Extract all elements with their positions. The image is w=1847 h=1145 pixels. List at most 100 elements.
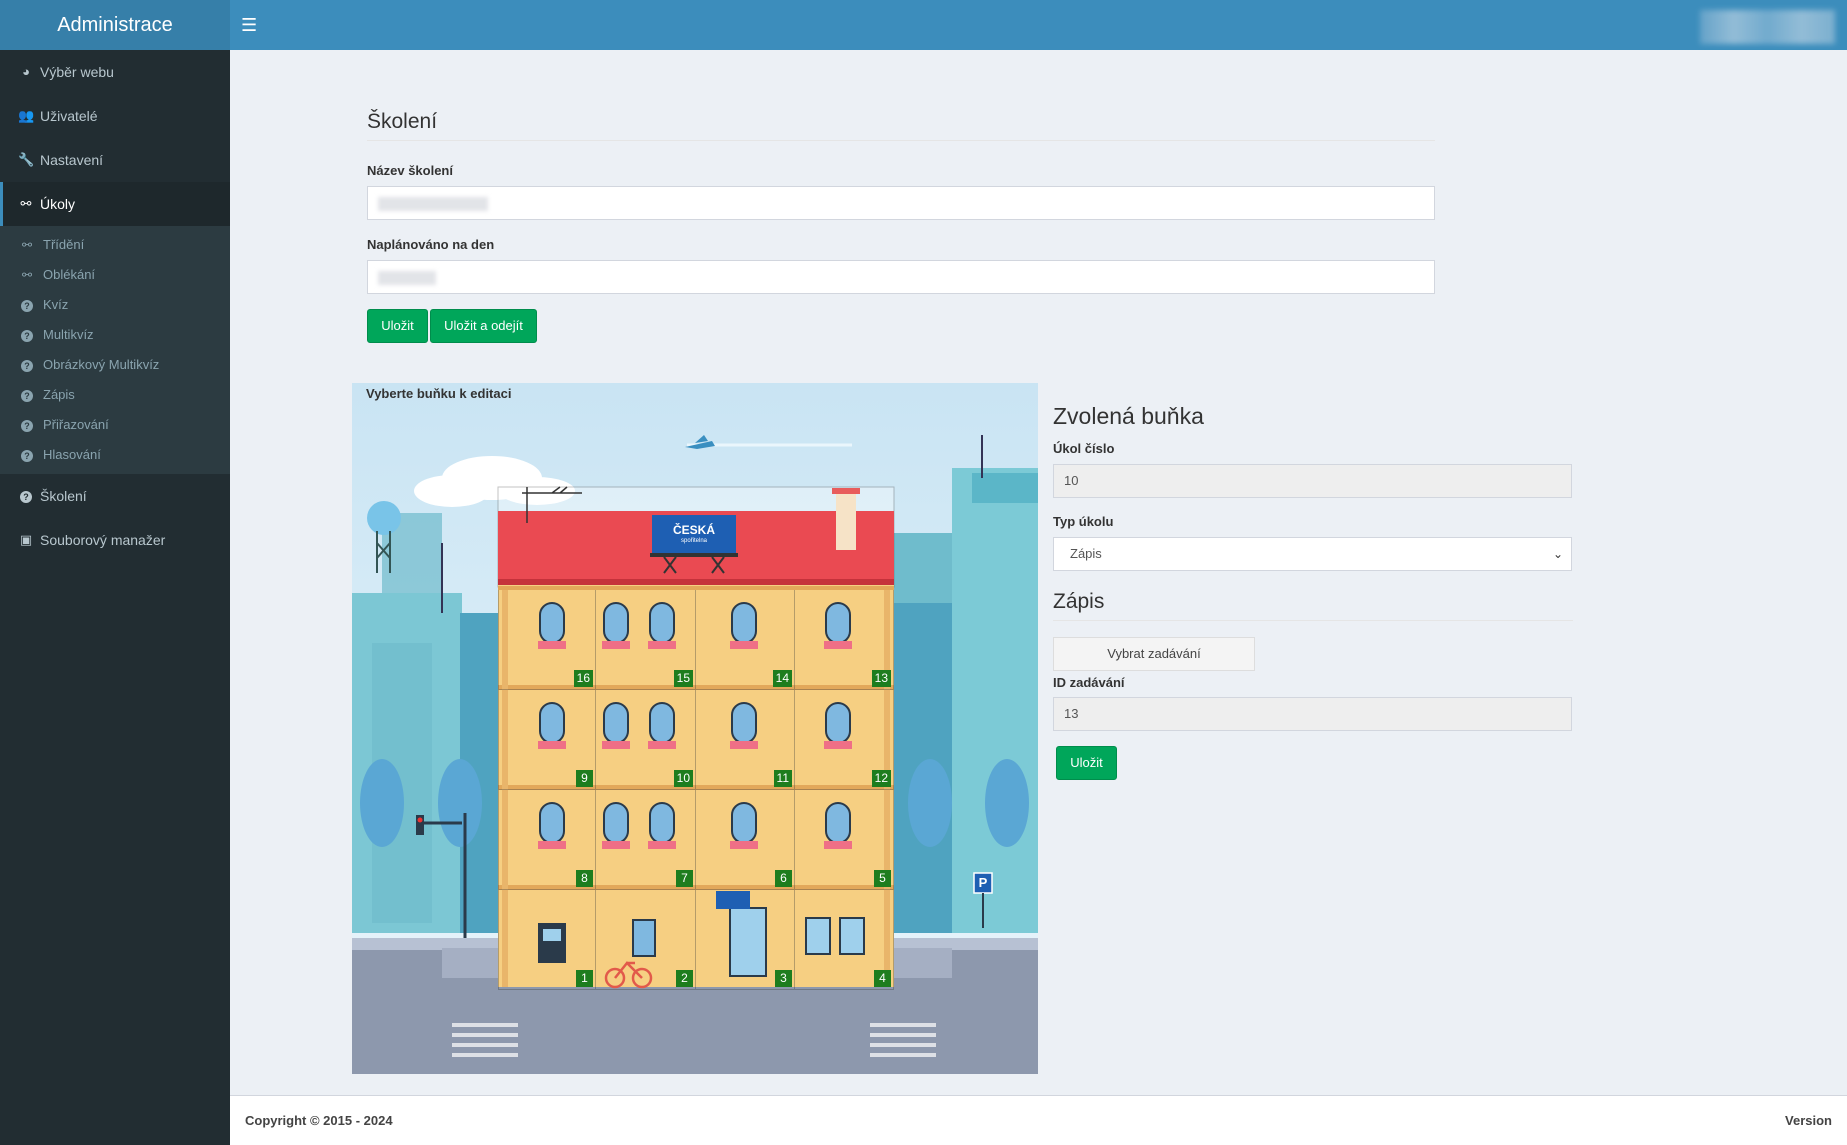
cell-number: 5 xyxy=(874,870,891,887)
grid-cell[interactable]: 7 xyxy=(596,790,696,890)
task-number-label: Úkol číslo xyxy=(1053,441,1115,456)
cell-number: 9 xyxy=(576,770,593,787)
submenu-item-trideni[interactable]: ⚯ Třídění xyxy=(0,230,230,260)
page-title: Školení xyxy=(367,110,1435,141)
cell-number: 13 xyxy=(871,670,891,687)
grid-cell[interactable]: 2 xyxy=(596,890,696,990)
sidebar: ◕ Výběr webu 👥 Uživatelé 🔧 Nastavení ⚯ Ú… xyxy=(0,50,230,1145)
submenu-item-kviz[interactable]: ? Kvíz xyxy=(0,290,230,320)
submenu-item-label: Multikvíz xyxy=(43,327,94,342)
grid-cell[interactable]: 6 xyxy=(696,790,795,890)
submenu-item-label: Třídění xyxy=(43,237,85,252)
grid-cell[interactable]: 12 xyxy=(795,690,894,790)
dashboard-icon: ◕ xyxy=(22,64,30,79)
cell-number: 4 xyxy=(874,970,891,987)
grid-cell[interactable]: 11 xyxy=(696,690,795,790)
submenu-item-label: Obrázkový Multikvíz xyxy=(43,357,160,372)
grid-cell[interactable]: 9 xyxy=(498,690,596,790)
submenu-item-multikviz[interactable]: ? Multikvíz xyxy=(0,320,230,350)
task-type-select[interactable]: Zápis ⌄ xyxy=(1053,537,1572,571)
airplane-icon xyxy=(685,435,852,449)
cell-number: 15 xyxy=(673,670,693,687)
save-and-exit-button[interactable]: Uložit a odejít xyxy=(430,309,537,343)
cell-number: 7 xyxy=(676,870,693,887)
grid-cell[interactable]: 15 xyxy=(596,590,696,690)
sidebar-item-ukoly[interactable]: ⚯ Úkoly xyxy=(0,182,230,226)
cell-number: 3 xyxy=(775,970,792,987)
submenu-item-zapis[interactable]: ? Zápis xyxy=(0,380,230,410)
grid-cell[interactable]: 4 xyxy=(795,890,894,990)
cell-number: 14 xyxy=(772,670,792,687)
save-icon: ▣ xyxy=(19,532,33,547)
scene-instruction: Vyberte buňku k editaci xyxy=(366,386,512,401)
parking-sign-text: P xyxy=(978,875,988,890)
tasks-icon: ⚯ xyxy=(20,196,32,211)
cell-number: 11 xyxy=(773,770,792,787)
submenu-item-label: Zápis xyxy=(43,387,75,402)
cell-number: 6 xyxy=(775,870,792,887)
task-type-selected: Zápis xyxy=(1070,546,1102,561)
name-label: Název školení xyxy=(367,163,453,178)
cell-number: 8 xyxy=(576,870,593,887)
sidebar-item-nastaveni[interactable]: 🔧 Nastavení xyxy=(0,138,230,182)
sidebar-item-vyber-webu[interactable]: ◕ Výběr webu xyxy=(0,50,230,94)
question-circle-icon: ? xyxy=(20,350,34,380)
submenu-item-hlasovani[interactable]: ? Hlasování xyxy=(0,440,230,470)
sidebar-item-label: Výběr webu xyxy=(40,64,114,80)
task-type-label: Typ úkolu xyxy=(1053,514,1114,529)
cell-number: 12 xyxy=(871,770,891,787)
grid-cell[interactable]: 16 xyxy=(498,590,596,690)
scheduled-date-input[interactable] xyxy=(367,260,1435,294)
submenu-item-label: Oblékání xyxy=(43,267,96,282)
sidebar-item-skoleni[interactable]: ? Školení xyxy=(0,474,230,518)
question-circle-icon: ? xyxy=(20,440,34,470)
submenu-item-prirazovani[interactable]: ? Přiřazování xyxy=(0,410,230,440)
copyright-text: Copyright © 2015 - 2024 xyxy=(245,1113,393,1128)
selected-cell-title: Zvolená buňka xyxy=(1053,403,1204,429)
submenu-item-label: Kvíz xyxy=(43,297,69,312)
sidebar-item-label: Školení xyxy=(40,488,87,504)
task-number-input[interactable]: 10 xyxy=(1053,464,1572,498)
sidebar-item-label: Uživatelé xyxy=(40,108,98,124)
grid-cell[interactable]: 5 xyxy=(795,790,894,890)
grid-cell[interactable]: 8 xyxy=(498,790,596,890)
sidebar-item-label: Souborový manažer xyxy=(40,532,166,548)
question-circle-icon: ? xyxy=(20,380,34,410)
grid-cell[interactable]: 10 xyxy=(596,690,696,790)
tasks-icon: ⚯ xyxy=(21,268,33,282)
submenu-item-oblekani[interactable]: ⚯ Oblékání xyxy=(0,260,230,290)
main-content: Školení Název školení Naplánováno na den… xyxy=(230,50,1847,1095)
sidebar-item-uzivatele[interactable]: 👥 Uživatelé xyxy=(0,94,230,138)
sidebar-item-label: Nastavení xyxy=(40,152,104,168)
assignment-id-input[interactable]: 13 xyxy=(1053,697,1572,731)
user-menu[interactable] xyxy=(1700,10,1835,44)
grid-cell[interactable]: 1 xyxy=(498,890,596,990)
submenu-item-obrazkovy-multikviz[interactable]: ? Obrázkový Multikvíz xyxy=(0,350,230,380)
redacted-value xyxy=(378,196,488,211)
training-name-input[interactable] xyxy=(367,186,1435,220)
grid-cell[interactable]: 13 xyxy=(795,590,894,690)
sidebar-item-souborovy-manazer[interactable]: ▣ Souborový manažer xyxy=(0,518,230,562)
grid-cell[interactable]: 14 xyxy=(696,590,795,690)
question-circle-icon: ? xyxy=(20,320,34,350)
section-title: Zápis xyxy=(1053,590,1573,621)
users-icon: 👥 xyxy=(18,108,35,123)
bank-sign-subtext: spořitelna xyxy=(680,538,707,544)
tasks-icon: ⚯ xyxy=(21,238,33,252)
cell-number: 10 xyxy=(673,770,693,787)
footer: Copyright © 2015 - 2024 Version xyxy=(230,1095,1847,1145)
grid-cell[interactable]: 3 xyxy=(696,890,795,990)
question-circle-icon: ? xyxy=(18,474,34,518)
bars-icon[interactable]: ☰ xyxy=(241,15,261,35)
cell-number: 2 xyxy=(676,970,693,987)
save-button[interactable]: Uložit xyxy=(367,309,428,343)
building-scene: ČESKÁ spořitelna P Vyberte buňku k edita… xyxy=(352,383,1038,1074)
question-circle-icon: ? xyxy=(20,290,34,320)
sidebar-submenu-ukoly: ⚯ Třídění ⚯ Oblékání ? Kvíz ? Multikvíz … xyxy=(0,226,230,474)
cell-number: 1 xyxy=(576,970,593,987)
panel-save-button[interactable]: Uložit xyxy=(1056,746,1117,780)
brand-logo[interactable]: Administrace xyxy=(0,0,230,50)
submenu-item-label: Hlasování xyxy=(43,447,101,462)
top-header: Administrace ☰ xyxy=(0,0,1847,50)
choose-assignment-button[interactable]: Vybrat zadávání xyxy=(1053,637,1255,671)
